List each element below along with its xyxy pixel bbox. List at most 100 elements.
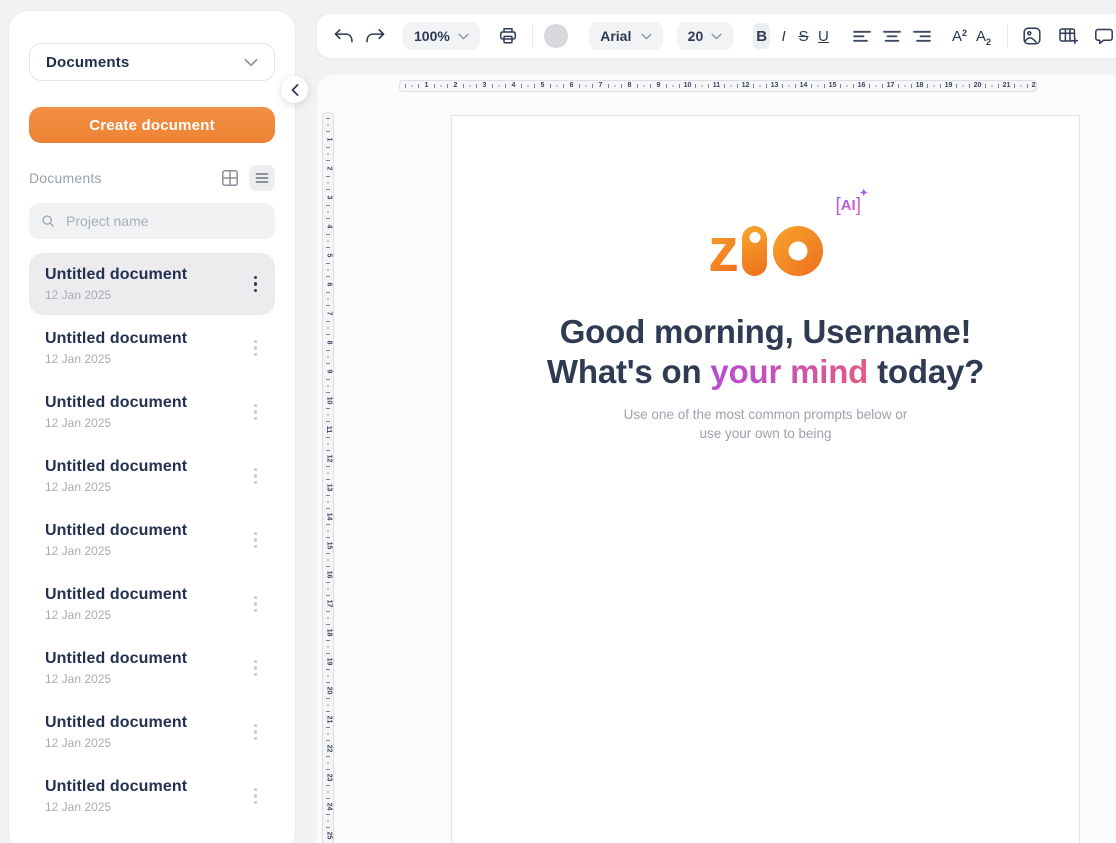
insert-image-button[interactable]: [1020, 22, 1044, 50]
image-icon: [1022, 26, 1042, 46]
document-list-item[interactable]: Untitled document 12 Jan 2025: [29, 509, 275, 571]
kebab-menu-icon[interactable]: [250, 784, 262, 809]
document-list-item[interactable]: Untitled document 12 Jan 2025: [29, 317, 275, 379]
comment-button[interactable]: [1092, 22, 1116, 50]
document-item-text: Untitled document 12 Jan 2025: [45, 458, 187, 494]
align-right-button[interactable]: [910, 22, 934, 50]
kebab-menu-icon[interactable]: [250, 528, 262, 553]
zoom-select[interactable]: 100%: [403, 22, 480, 50]
search-icon: [41, 213, 55, 229]
document-list-item[interactable]: Untitled document 12 Jan 2025: [29, 573, 275, 635]
sidebar-collapse-button[interactable]: [281, 76, 308, 103]
document-item-text: Untitled document 12 Jan 2025: [45, 522, 187, 558]
document-title: Untitled document: [45, 778, 187, 796]
create-document-button[interactable]: Create document: [29, 107, 275, 143]
sparkle-icon: ✦: [860, 188, 868, 199]
zio-logo: z [AI] ✦: [708, 210, 823, 276]
kebab-menu-icon[interactable]: [250, 336, 262, 361]
document-title: Untitled document: [45, 650, 187, 668]
insert-table-button[interactable]: [1056, 22, 1080, 50]
redo-icon: [365, 28, 386, 44]
view-toggles: [217, 165, 275, 191]
document-list-item[interactable]: Untitled document 12 Jan 2025: [29, 381, 275, 443]
sidebar: Documents Create document Documents Unti…: [8, 10, 296, 843]
underline-button[interactable]: U: [815, 23, 832, 49]
document-date: 12 Jan 2025: [45, 352, 187, 366]
welcome-screen: z [AI] ✦ Good morning, Username! What's …: [452, 116, 1079, 443]
toolbar: 100% Arial 20 B I S U A2 A2: [317, 14, 1116, 58]
font-family-value: Arial: [600, 28, 631, 44]
document-title: Untitled document: [45, 714, 187, 732]
logo-letter-i: [742, 226, 767, 276]
document-list: Untitled document 12 Jan 2025 Untitled d…: [29, 253, 275, 827]
subscript-button[interactable]: A2: [976, 28, 991, 45]
kebab-menu-icon[interactable]: [250, 656, 262, 681]
document-list-item[interactable]: Untitled document 12 Jan 2025: [29, 253, 275, 315]
document-page[interactable]: z [AI] ✦ Good morning, Username! What's …: [451, 115, 1080, 843]
toolbar-divider: [532, 24, 533, 48]
grid-view-icon[interactable]: [217, 165, 243, 191]
document-date: 12 Jan 2025: [45, 544, 187, 558]
superscript-button[interactable]: A2: [952, 28, 967, 45]
document-list-item[interactable]: Untitled document 12 Jan 2025: [29, 701, 275, 763]
zoom-value: 100%: [414, 28, 450, 44]
align-center-button[interactable]: [880, 22, 904, 50]
document-item-text: Untitled document 12 Jan 2025: [45, 778, 187, 814]
document-list-item[interactable]: Untitled document 12 Jan 2025: [29, 765, 275, 827]
document-date: 12 Jan 2025: [45, 800, 187, 814]
chevron-left-icon: [291, 84, 299, 96]
greeting-heading: Good morning, Username! What's on your m…: [452, 312, 1079, 392]
document-item-text: Untitled document 12 Jan 2025: [45, 266, 187, 302]
document-list-item[interactable]: Untitled document 12 Jan 2025: [29, 637, 275, 699]
undo-button[interactable]: [331, 22, 355, 50]
print-button[interactable]: [496, 22, 520, 50]
font-size-value: 20: [688, 28, 704, 44]
kebab-menu-icon[interactable]: [250, 272, 262, 297]
kebab-menu-icon[interactable]: [250, 400, 262, 425]
kebab-menu-icon[interactable]: [250, 464, 262, 489]
undo-icon: [333, 28, 354, 44]
document-date: 12 Jan 2025: [45, 480, 187, 494]
workspace-selector[interactable]: Documents: [29, 43, 275, 81]
strikethrough-button[interactable]: S: [795, 23, 812, 49]
document-title: Untitled document: [45, 394, 187, 412]
font-family-select[interactable]: Arial: [589, 22, 662, 50]
align-center-icon: [883, 30, 901, 43]
ai-badge-label: AI: [841, 197, 856, 214]
document-title: Untitled document: [45, 522, 187, 540]
document-item-text: Untitled document 12 Jan 2025: [45, 394, 187, 430]
document-title: Untitled document: [45, 458, 187, 476]
kebab-menu-icon[interactable]: [250, 592, 262, 617]
document-title: Untitled document: [45, 266, 187, 284]
italic-button[interactable]: I: [775, 23, 792, 49]
chevron-down-icon: [244, 58, 258, 67]
align-left-icon: [853, 30, 871, 43]
document-item-text: Untitled document 12 Jan 2025: [45, 586, 187, 622]
document-date: 12 Jan 2025: [45, 672, 187, 686]
document-item-text: Untitled document 12 Jan 2025: [45, 330, 187, 366]
search-input[interactable]: [64, 212, 263, 230]
redo-button[interactable]: [363, 22, 387, 50]
document-item-text: Untitled document 12 Jan 2025: [45, 714, 187, 750]
document-title: Untitled document: [45, 330, 187, 348]
font-size-select[interactable]: 20: [677, 22, 734, 50]
vertical-ruler: 1234567891011121314151617181920212223242…: [322, 112, 334, 843]
align-right-icon: [913, 30, 931, 43]
logo-letter-o: [773, 226, 823, 276]
toolbar-divider: [1007, 24, 1008, 48]
kebab-menu-icon[interactable]: [250, 720, 262, 745]
align-left-button[interactable]: [850, 22, 874, 50]
document-date: 12 Jan 2025: [45, 288, 187, 302]
list-view-icon[interactable]: [249, 165, 275, 191]
chevron-down-icon: [458, 33, 469, 40]
bold-button[interactable]: B: [753, 23, 770, 49]
greeting-line1: Good morning, Username!: [452, 312, 1079, 352]
speech-bubble-icon: [1094, 27, 1114, 46]
greeting-line2: What's on your mind today?: [452, 352, 1079, 392]
workspace-selector-label: Documents: [46, 54, 129, 71]
text-color-picker[interactable]: [545, 22, 573, 50]
document-date: 12 Jan 2025: [45, 736, 187, 750]
documents-section-label: Documents: [29, 170, 102, 186]
search-field[interactable]: [29, 203, 275, 239]
document-list-item[interactable]: Untitled document 12 Jan 2025: [29, 445, 275, 507]
